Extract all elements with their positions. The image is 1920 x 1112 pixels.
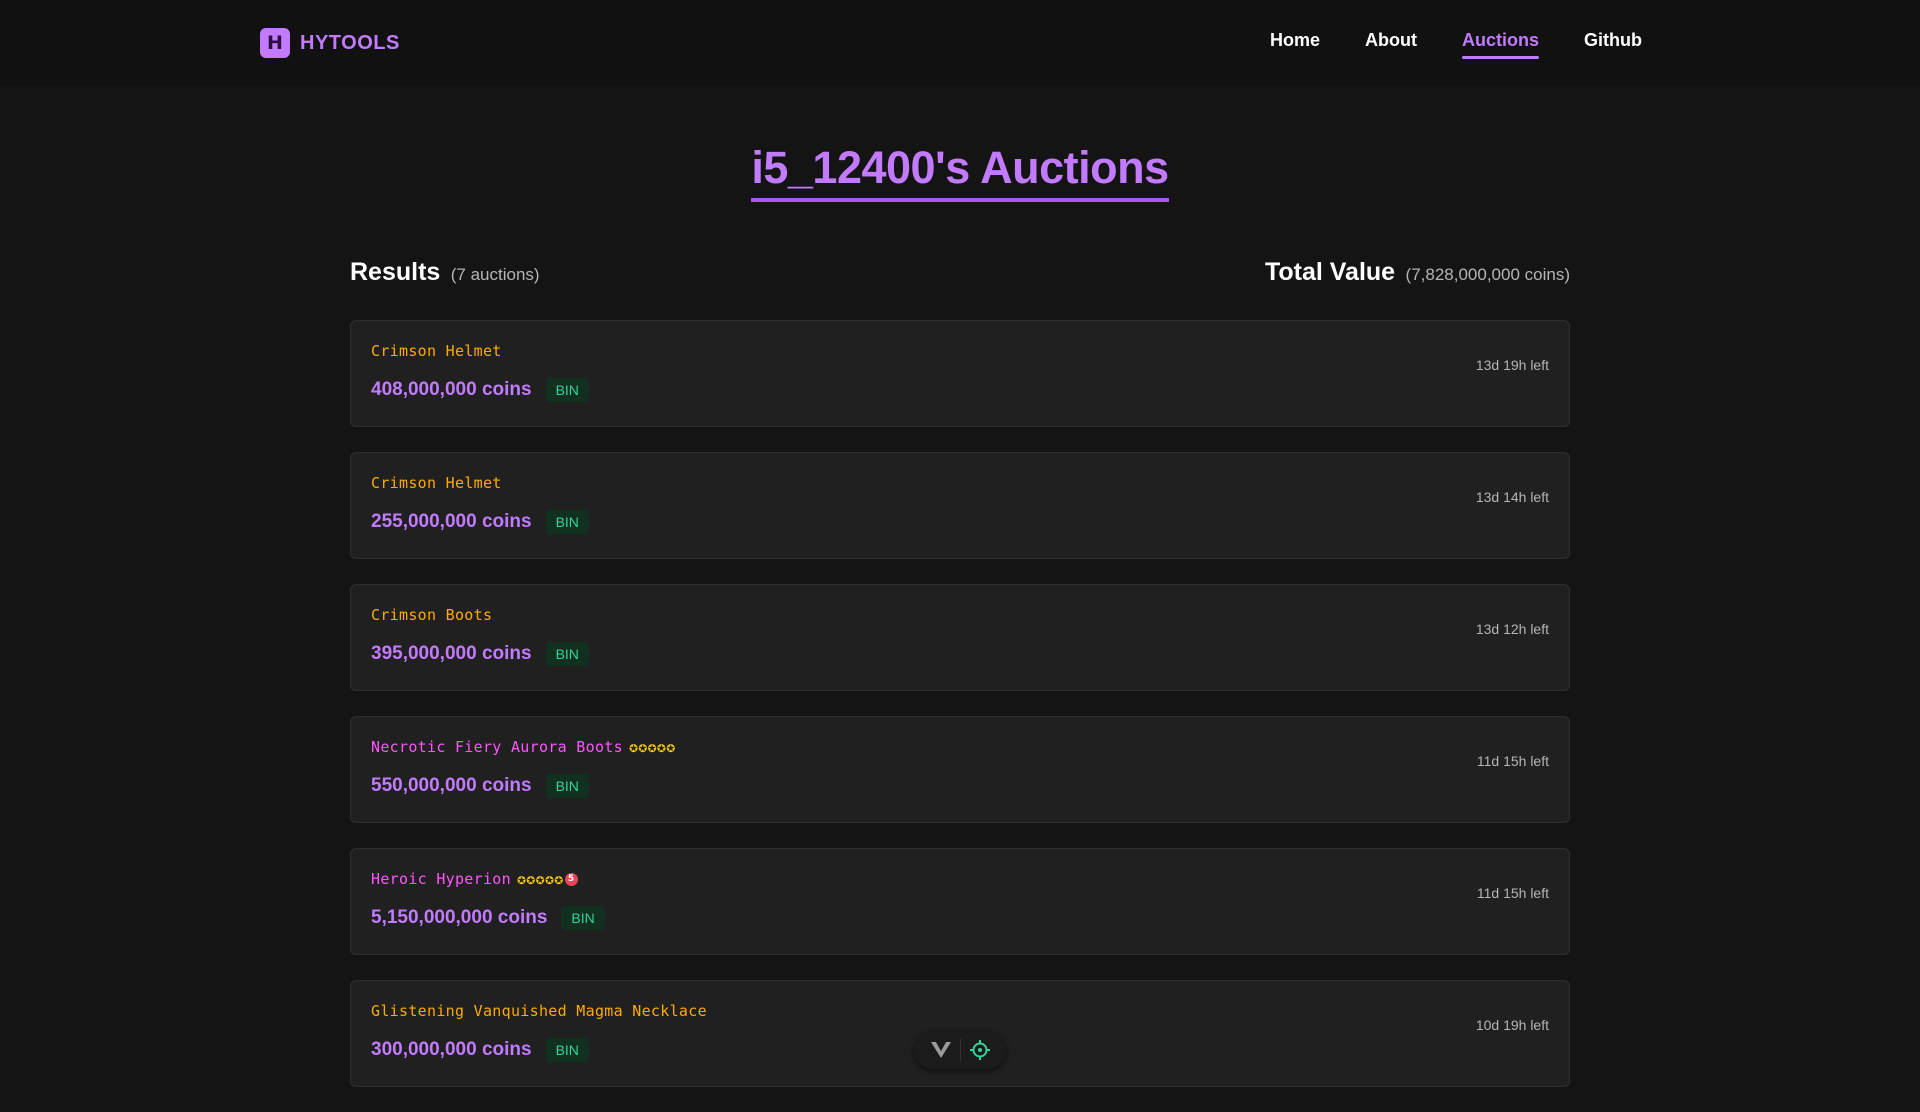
brand-logo-icon[interactable]: H [260, 28, 290, 58]
time-left: 11d 15h left [1476, 885, 1549, 901]
master-star-icon: 5 [564, 873, 578, 886]
price-row: 300,000,000 coins BIN [371, 1038, 589, 1062]
time-left: 11d 15h left [1476, 753, 1549, 769]
auction-list: Crimson Helmet 408,000,000 coins BIN 13d… [350, 320, 1570, 1112]
nav-home-link[interactable]: Home [1270, 30, 1320, 59]
crosshair-icon[interactable] [966, 1036, 994, 1064]
brand-name[interactable]: HYTOOLS [300, 32, 400, 55]
time-left: 13d 14h left [1475, 489, 1549, 505]
item-name-wrapper: Crimson Helmet [371, 342, 502, 360]
item-name: Crimson Helmet [371, 342, 502, 360]
item-name: Crimson Boots [371, 606, 493, 624]
auction-card[interactable]: Crimson Boots 395,000,000 coins BIN 13d … [350, 584, 1570, 691]
auction-card[interactable]: Necrotic Fiery Aurora Boots ✪✪✪✪✪ 550,000… [350, 716, 1570, 823]
results-heading: Results (7 auctions) [350, 258, 540, 287]
nav-auctions-link[interactable]: Auctions [1462, 30, 1540, 59]
time-left: 13d 12h left [1475, 621, 1549, 637]
price-row: 550,000,000 coins BIN [371, 774, 589, 798]
item-name: Glistening Vanquished Magma Necklace [371, 1002, 707, 1020]
item-name: Necrotic Fiery Aurora Boots [371, 738, 623, 756]
dungeon-stars-icon: ✪✪✪✪✪ [628, 738, 676, 756]
item-name-wrapper: Heroic Hyperion ✪✪✪✪✪ 5 [371, 870, 578, 888]
price: 300,000,000 coins [371, 1039, 532, 1060]
auction-card[interactable]: Crimson Helmet 408,000,000 coins BIN 13d… [350, 320, 1570, 427]
dungeon-stars-icon: ✪✪✪✪✪ [516, 870, 564, 888]
item-name: Crimson Helmet [371, 474, 502, 492]
time-left: 13d 19h left [1475, 357, 1549, 373]
price-row: 395,000,000 coins BIN [371, 642, 589, 666]
auction-card[interactable]: Heroic Hyperion ✪✪✪✪✪ 5 5,150,000,000 coin… [350, 848, 1570, 955]
main-nav: Home About Auctions Github [1270, 30, 1642, 59]
page-title: i5_12400's Auctions [751, 142, 1169, 202]
price: 395,000,000 coins [371, 643, 532, 664]
price-row: 255,000,000 coins BIN [371, 510, 589, 534]
results-summary: Results (7 auctions) Total Value (7,828,… [350, 258, 1570, 287]
bin-badge: BIN [561, 906, 605, 930]
total-value-heading: Total Value (7,828,000,000 coins) [1265, 258, 1570, 287]
bin-badge: BIN [545, 510, 589, 534]
total-value-amount: (7,828,000,000 coins) [1405, 265, 1570, 284]
top-navbar: H HYTOOLS Home About Auctions Github [0, 0, 1920, 86]
item-name-wrapper: Glistening Vanquished Magma Necklace [371, 1002, 707, 1020]
price: 255,000,000 coins [371, 511, 532, 532]
nav-github-link[interactable]: Github [1584, 30, 1642, 59]
item-name-wrapper: Necrotic Fiery Aurora Boots ✪✪✪✪✪ [371, 738, 676, 756]
auction-card[interactable]: Crimson Helmet 255,000,000 coins BIN 13d… [350, 452, 1570, 559]
results-count: (7 auctions) [450, 265, 540, 284]
bin-badge: BIN [545, 642, 589, 666]
toolbar-divider [959, 1039, 961, 1061]
item-name-wrapper: Crimson Helmet [371, 474, 502, 492]
time-left: 10d 19h left [1475, 1017, 1549, 1033]
item-name-wrapper: Crimson Boots [371, 606, 492, 624]
bin-badge: BIN [545, 378, 589, 402]
price: 550,000,000 coins [371, 775, 532, 796]
results-label: Results [350, 258, 441, 286]
vue-logo-icon[interactable] [927, 1036, 955, 1064]
total-value-label: Total Value [1264, 258, 1396, 286]
devtools-floating-toolbar [914, 1031, 1006, 1069]
bin-badge: BIN [545, 774, 589, 798]
title-wrapper: i5_12400's Auctions [0, 142, 1920, 202]
price: 5,150,000,000 coins [371, 907, 548, 928]
brand[interactable]: H HYTOOLS [260, 28, 400, 58]
price-row: 408,000,000 coins BIN [371, 378, 589, 402]
price-row: 5,150,000,000 coins BIN [371, 906, 605, 930]
nav-about-link[interactable]: About [1365, 30, 1417, 59]
item-name: Heroic Hyperion [371, 870, 511, 888]
price: 408,000,000 coins [371, 379, 532, 400]
bin-badge: BIN [545, 1038, 589, 1062]
